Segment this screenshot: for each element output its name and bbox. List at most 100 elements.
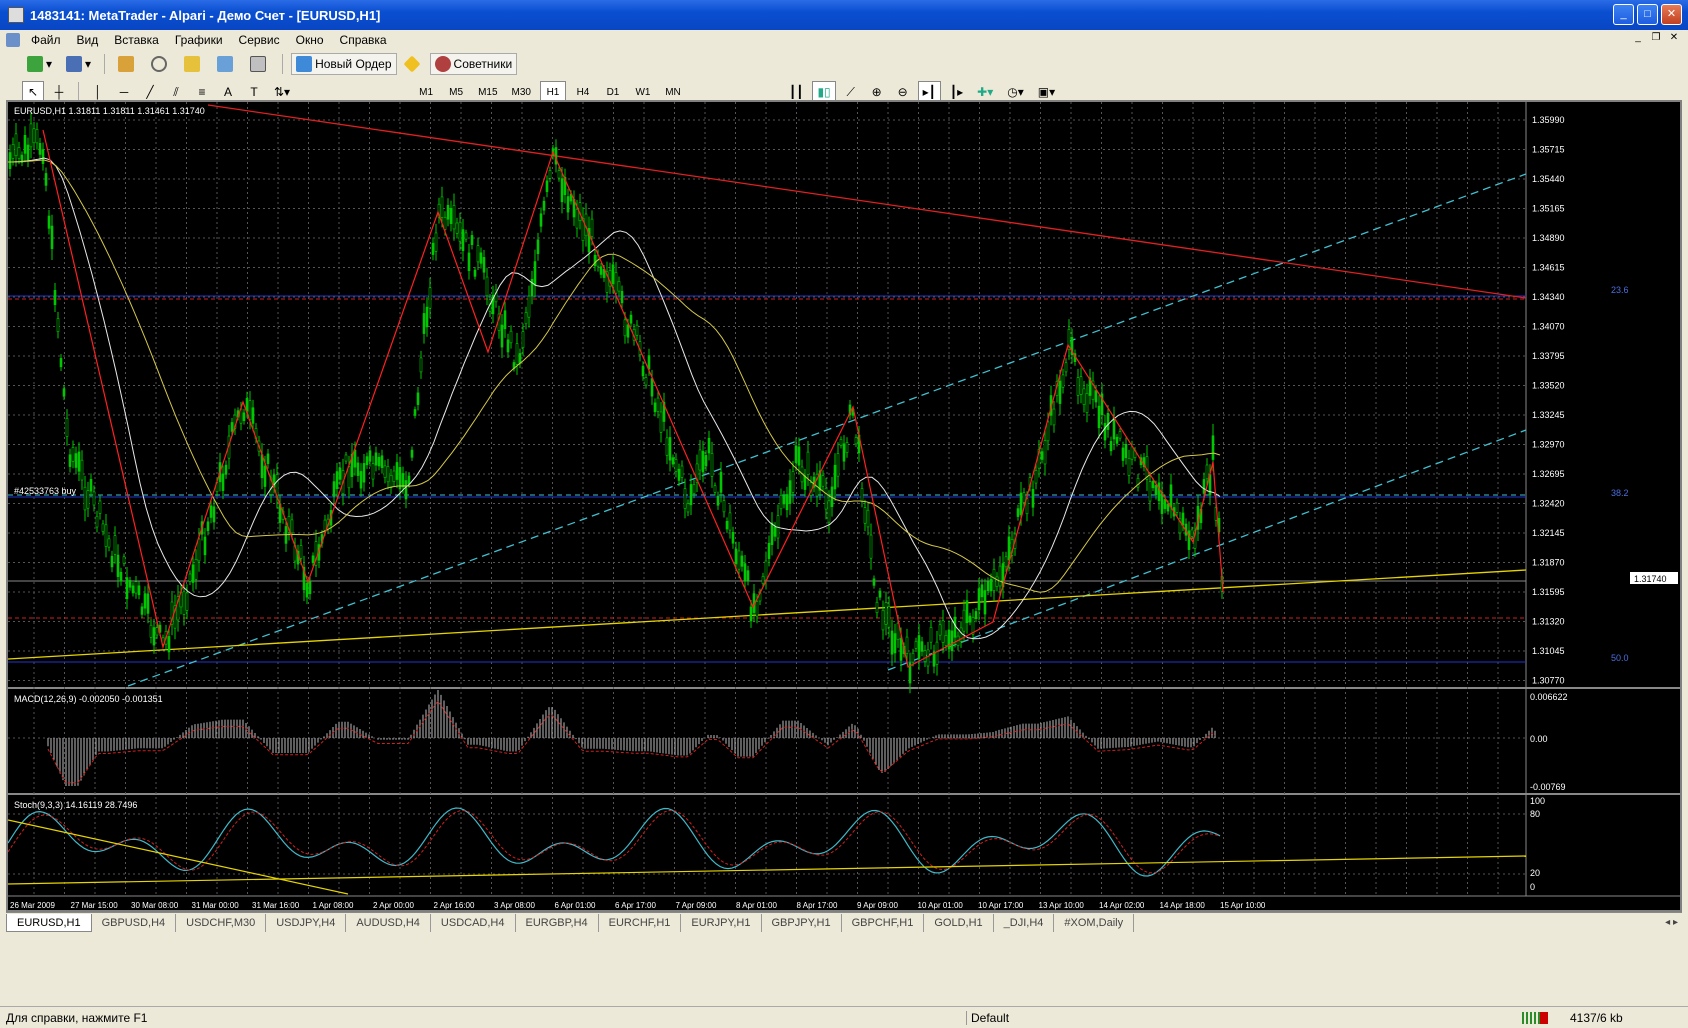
- candle-body: [692, 484, 696, 494]
- menu-insert[interactable]: Вставка: [106, 33, 167, 47]
- candle-body: [347, 466, 351, 489]
- label-icon: T: [250, 85, 258, 99]
- chart-tab[interactable]: USDJPY,H4: [266, 913, 347, 932]
- candle-body: [716, 495, 720, 506]
- price-tick: 1.33795: [1532, 351, 1565, 361]
- candle-body: [41, 149, 45, 164]
- mdi-minimize-button[interactable]: _: [1630, 32, 1646, 46]
- candle-body: [1007, 536, 1011, 561]
- chart-tab[interactable]: GOLD,H1: [924, 913, 994, 932]
- candle-body: [917, 635, 921, 659]
- menu-file[interactable]: Файл: [23, 33, 69, 47]
- macd-tick: 0.006622: [1530, 692, 1568, 702]
- candle-body: [203, 536, 207, 556]
- experts-label: Советники: [453, 57, 513, 71]
- candle-body: [14, 133, 18, 156]
- data-window-button[interactable]: [146, 53, 175, 75]
- candle-body: [683, 488, 687, 509]
- profiles-button[interactable]: ▾: [61, 53, 96, 75]
- menu-tools[interactable]: Сервис: [231, 33, 288, 47]
- arrows-icon: ⇅▾: [274, 85, 291, 99]
- candle-body: [344, 454, 348, 462]
- candle-body: [995, 576, 999, 587]
- candle-body: [1079, 376, 1083, 395]
- chart-tab[interactable]: EURGBP,H4: [516, 913, 599, 932]
- maximize-button[interactable]: □: [1637, 4, 1658, 25]
- menu-charts[interactable]: Графики: [167, 33, 231, 47]
- candle-body: [416, 392, 420, 405]
- menu-view[interactable]: Вид: [69, 33, 107, 47]
- candle-body: [872, 578, 876, 586]
- macd-pane: 0.006622 0.00 -0.00769: [8, 690, 1568, 792]
- chart-tab[interactable]: #XOM,Daily: [1054, 913, 1135, 932]
- chart-tab[interactable]: EURJPY,H1: [681, 913, 762, 932]
- candle-body: [980, 584, 984, 598]
- terminal-button[interactable]: [212, 53, 241, 75]
- candle-body: [83, 486, 87, 511]
- candle-body: [50, 225, 54, 250]
- close-button[interactable]: ✕: [1661, 4, 1682, 25]
- chart-tab[interactable]: GBPJPY,H1: [762, 913, 842, 932]
- mdi-close-button[interactable]: ✕: [1666, 32, 1682, 46]
- strategy-tester-button[interactable]: [245, 53, 274, 75]
- menu-window[interactable]: Окно: [288, 33, 332, 47]
- new-order-label: Новый Ордер: [315, 57, 392, 71]
- candle-body: [311, 555, 315, 564]
- price-tick: 1.31595: [1532, 587, 1565, 597]
- mdi-restore-button[interactable]: ❐: [1648, 32, 1664, 46]
- candle-body: [185, 592, 189, 611]
- price-tick: 1.35715: [1532, 145, 1565, 155]
- chart-tab[interactable]: USDCAD,H4: [431, 913, 516, 932]
- stoch-tick: 100: [1530, 796, 1545, 806]
- candle-body: [464, 232, 468, 240]
- candle-body: [140, 606, 144, 615]
- candle-body: [383, 465, 387, 478]
- standard-toolbar: ▾ ▾ Новый Ордер Советники: [0, 50, 1688, 78]
- chart-tab[interactable]: USDCHF,M30: [176, 913, 267, 932]
- bar-chart-icon: ┃┃: [788, 85, 804, 99]
- tab-scroll-arrows-icon[interactable]: ◂ ▸: [1665, 917, 1678, 928]
- candle-body: [671, 457, 675, 465]
- candle-body: [944, 635, 948, 646]
- chart-tab[interactable]: GBPUSD,H4: [92, 913, 177, 932]
- experts-button[interactable]: Советники: [429, 53, 518, 75]
- price-tick: 1.33520: [1532, 381, 1565, 391]
- candle-body: [98, 500, 102, 514]
- candle-body: [263, 465, 267, 487]
- candle-body: [155, 627, 159, 636]
- chart-tab[interactable]: EURCHF,H1: [599, 913, 682, 932]
- window-title: 1483141: MetaTrader - Alpari - Демо Счет…: [30, 7, 381, 23]
- price-tick: 1.32970: [1532, 440, 1565, 450]
- candle-body: [698, 449, 702, 471]
- new-order-button[interactable]: Новый Ордер: [291, 53, 397, 75]
- app-icon: [8, 7, 24, 23]
- chart-window[interactable]: 1.35990 1.35715 1.35440 1.35165 1.34890 1.346…: [6, 100, 1682, 912]
- candle-body: [629, 314, 633, 324]
- candle-body: [230, 422, 234, 432]
- market-watch-button[interactable]: [113, 53, 142, 75]
- chart-tab[interactable]: _DJI,H4: [994, 913, 1055, 932]
- price-tick: 1.34615: [1532, 263, 1565, 273]
- candle-body: [533, 261, 537, 286]
- metaeditor-button[interactable]: [401, 53, 426, 75]
- channel-lines: [8, 104, 1527, 687]
- channel-icon: ⫽: [173, 84, 179, 99]
- status-profile: Default: [966, 1010, 1009, 1025]
- title-bar[interactable]: 1483141: MetaTrader - Alpari - Демо Счет…: [0, 0, 1688, 30]
- menu-help[interactable]: Справка: [332, 33, 395, 47]
- new-chart-button[interactable]: ▾: [22, 53, 57, 75]
- candle-body: [626, 324, 630, 338]
- candle-body: [707, 437, 711, 454]
- chart-tab[interactable]: AUDUSD,H4: [346, 913, 431, 932]
- candle-body: [989, 578, 993, 592]
- chart-canvas[interactable]: 1.35990 1.35715 1.35440 1.35165 1.34890 1.346…: [8, 102, 1680, 910]
- navigator-button[interactable]: [179, 53, 208, 75]
- candle-body: [410, 449, 414, 458]
- minimize-button[interactable]: _: [1613, 4, 1634, 25]
- candle-body: [734, 548, 738, 565]
- chart-tab[interactable]: EURUSD,H1: [6, 913, 92, 932]
- chart-tab[interactable]: GBPCHF,H1: [842, 913, 925, 932]
- candle-body: [731, 531, 735, 544]
- candle-body: [470, 235, 474, 245]
- candle-body: [134, 581, 138, 594]
